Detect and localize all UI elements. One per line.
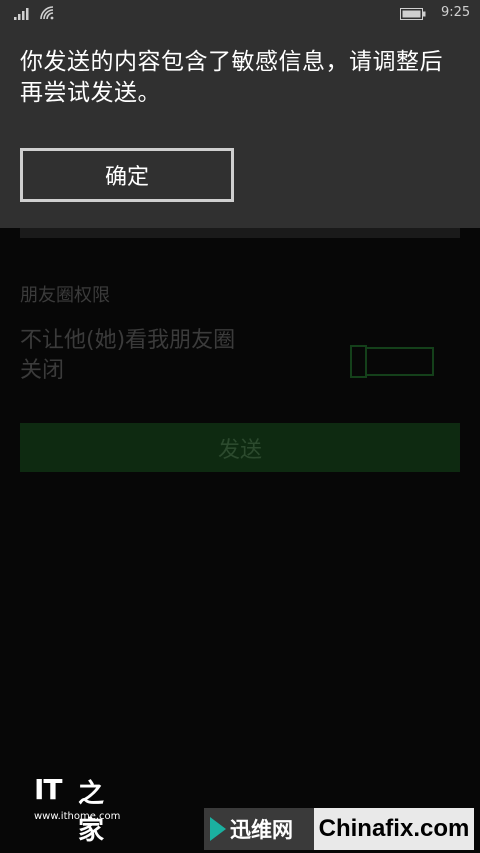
xunwei-label: 迅维网 bbox=[230, 818, 293, 842]
sensitive-content-dialog: 你发送的内容包含了敏感信息，请调整后再尝试发送。 确定 bbox=[0, 0, 480, 228]
status-bar: 9:25 bbox=[0, 0, 480, 28]
wifi-icon bbox=[40, 6, 54, 20]
xunwei-logo: 迅维网 bbox=[204, 808, 314, 850]
chinafix-logo: Chinafix.com bbox=[314, 808, 474, 850]
signal-icon bbox=[14, 8, 29, 20]
toggle-knob bbox=[350, 345, 367, 378]
dialog-message: 你发送的内容包含了敏感信息，请调整后再尝试发送。 bbox=[20, 49, 443, 106]
chevron-right-icon bbox=[210, 817, 226, 841]
status-time: 9:25 bbox=[441, 5, 471, 20]
confirm-button[interactable]: 确定 bbox=[20, 148, 234, 202]
ithome-logo: IT 之家 bbox=[34, 773, 105, 846]
chinafix-label: Chinafix.com bbox=[318, 815, 470, 842]
section-header-moments-permission: 朋友圈权限 bbox=[20, 285, 110, 306]
toggle-state: 关闭 bbox=[20, 358, 65, 383]
battery-icon bbox=[400, 8, 426, 20]
ithome-url: www.ithome.com bbox=[34, 811, 121, 822]
send-button[interactable]: 发送 bbox=[20, 423, 460, 472]
toggle-label: 不让他(她)看我朋友圈 bbox=[20, 328, 236, 353]
